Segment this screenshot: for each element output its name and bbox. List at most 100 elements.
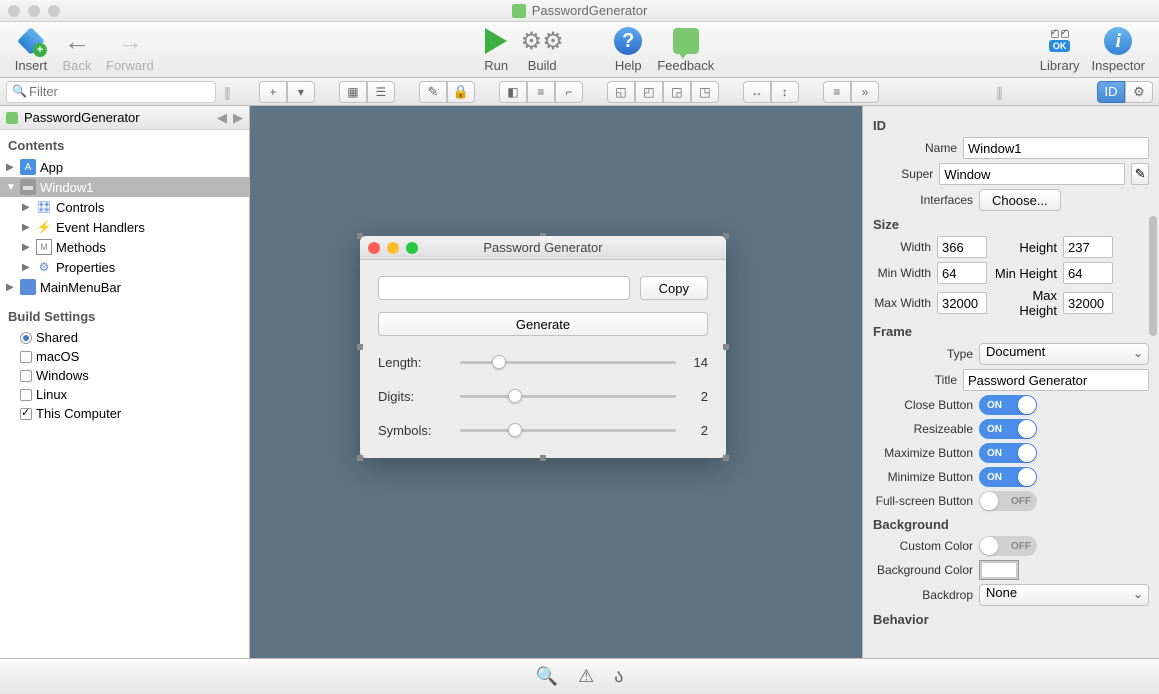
arrange-button-4[interactable]: ◳ [691,81,719,103]
view-list-button[interactable]: ☰ [367,81,395,103]
title-field[interactable] [963,369,1149,391]
minimize-window-icon[interactable] [28,5,40,17]
minwidth-field[interactable] [937,262,987,284]
designer-window[interactable]: Password Generator Copy Generate Length:… [360,236,726,458]
copy-button[interactable]: Copy [640,276,708,300]
disclosure-icon[interactable]: ▶ [22,202,32,213]
height-field[interactable] [1063,236,1113,258]
closebutton-toggle[interactable]: ON [979,395,1037,415]
nav-item-macos[interactable]: macOS [0,347,249,366]
selection-handle[interactable] [723,455,729,461]
inspector-gear-tab[interactable]: ⚙ [1125,81,1153,103]
selection-handle[interactable] [540,455,546,461]
name-field[interactable] [963,137,1149,159]
nav-item-app[interactable]: ▶ A App [0,157,249,177]
nav-item-properties[interactable]: ▶ ⚙ Properties [0,257,249,277]
maximize-toggle[interactable]: ON [979,443,1037,463]
add-item-button[interactable]: + [259,81,287,103]
nav-item-mainmenu[interactable]: ▶ MainMenuBar [0,277,249,297]
selection-handle[interactable] [723,344,729,350]
width-field[interactable] [937,236,987,258]
backdrop-select[interactable]: None [979,584,1149,606]
checkbox-icon[interactable] [20,351,32,363]
super-field[interactable] [939,163,1125,185]
arrange-button-1[interactable]: ◱ [607,81,635,103]
breadcrumb-forward-icon[interactable]: ▶ [233,110,243,126]
disclosure-icon[interactable]: ▶ [22,262,32,273]
edit-button[interactable]: ✎ [419,81,447,103]
selection-handle[interactable] [357,344,363,350]
add-item-dropdown[interactable]: ▾ [287,81,315,103]
search-icon[interactable]: 🔍 [536,666,558,687]
minimize-toggle[interactable]: ON [979,467,1037,487]
align-button-2[interactable]: ≡ [527,81,555,103]
left-panel-resize-handle[interactable]: ||| [224,84,229,100]
fullscreen-toggle[interactable]: OFF [979,491,1037,511]
right-panel-resize-handle[interactable]: ||| [996,84,1001,100]
checkbox-icon[interactable] [20,370,32,382]
disclosure-icon[interactable]: ▶ [22,242,32,253]
password-output-field[interactable] [378,276,630,300]
library-button[interactable]: OK Library [1040,26,1080,73]
customcolor-toggle[interactable]: OFF [979,536,1037,556]
close-window-icon[interactable] [8,5,20,17]
nav-item-controls[interactable]: ▶ 🎛 Controls [0,197,249,217]
generate-button[interactable]: Generate [378,312,708,336]
nav-item-linux[interactable]: Linux [0,385,249,404]
nav-item-thiscomputer[interactable]: This Computer [0,404,249,423]
zoom-window-icon[interactable] [48,5,60,17]
digits-slider[interactable] [460,388,676,404]
height-label: Height [993,240,1057,255]
spacing-h-button[interactable]: ↔ [743,81,771,103]
minheight-field[interactable] [1063,262,1113,284]
selection-handle[interactable] [357,455,363,461]
checkbox-icon[interactable] [20,408,32,420]
layout-canvas[interactable]: Password Generator Copy Generate Length:… [250,106,863,658]
nav-item-shared[interactable]: Shared [0,328,249,347]
forward-button[interactable]: → Forward [106,26,154,73]
nav-item-windows[interactable]: Windows [0,366,249,385]
nav-item-methods[interactable]: ▶ M Methods [0,237,249,257]
back-button[interactable]: ← Back [60,26,94,73]
scrollbar[interactable] [1149,216,1157,336]
help-button[interactable]: ? Help [611,26,645,73]
disclosure-icon[interactable]: ▶ [22,222,32,233]
bgcolor-well[interactable] [979,560,1019,580]
type-select[interactable]: Document [979,343,1149,365]
align-button-1[interactable]: ◧ [499,81,527,103]
breadcrumb-project[interactable]: PasswordGenerator [24,110,140,125]
warnings-icon[interactable]: ⚠ [578,666,594,687]
radio-icon[interactable] [20,332,32,344]
nav-item-events[interactable]: ▶ ⚡ Event Handlers [0,217,249,237]
filter-input[interactable] [6,81,216,103]
disclosure-icon[interactable]: ▶ [6,162,16,173]
order-button[interactable]: ≡ [823,81,851,103]
lock-button[interactable]: 🔒 [447,81,475,103]
checkbox-icon[interactable] [20,389,32,401]
view-layout-button[interactable]: ▦ [339,81,367,103]
feedback-button[interactable]: Feedback [657,26,714,73]
breadcrumb-back-icon[interactable]: ◀ [217,110,227,126]
resizeable-toggle[interactable]: ON [979,419,1037,439]
maxwidth-field[interactable] [937,292,987,314]
symbols-slider[interactable] [460,422,676,438]
maxheight-field[interactable] [1063,292,1113,314]
arrange-button-2[interactable]: ◰ [635,81,663,103]
minwidth-label: Min Width [873,266,931,280]
align-button-3[interactable]: ⌐ [555,81,583,103]
disclosure-icon[interactable]: ▶ [6,282,16,293]
length-slider[interactable] [460,354,676,370]
insert-button[interactable]: Insert [14,26,48,73]
feed-icon[interactable]: ა [614,666,623,687]
interfaces-choose-button[interactable]: Choose... [979,189,1061,211]
run-button[interactable]: Run [479,26,513,73]
inspector-button[interactable]: i Inspector [1092,26,1145,73]
arrange-button-3[interactable]: ◲ [663,81,691,103]
super-edit-button[interactable]: ✎ [1131,163,1149,185]
build-button[interactable]: ⚙⚙ Build [525,26,559,73]
spacing-v-button[interactable]: ↕ [771,81,799,103]
disclosure-icon[interactable]: ▼ [6,182,16,193]
overflow-button[interactable]: » [851,81,879,103]
inspector-id-tab[interactable]: ID [1097,81,1125,103]
nav-item-window1[interactable]: ▼ Window1 [0,177,249,197]
